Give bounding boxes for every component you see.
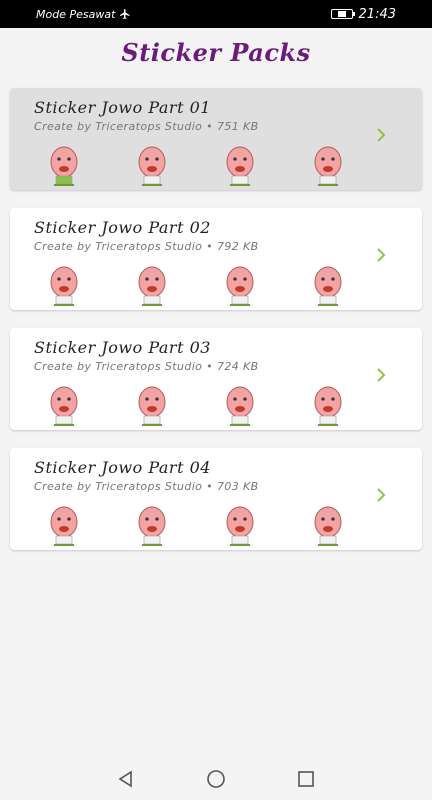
pack-card[interactable]: Sticker Jowo Part 04 Create by Tricerato… — [10, 448, 422, 550]
pack-card[interactable]: Sticker Jowo Part 03 Create by Tricerato… — [10, 328, 422, 430]
status-right: 21:43 — [330, 6, 396, 22]
page-title: Sticker Packs — [121, 38, 311, 67]
back-triangle-icon — [118, 770, 132, 787]
pack-name: Sticker Jowo Part 04 — [34, 458, 211, 477]
sticker-thumbnail — [50, 266, 78, 306]
recents-button[interactable] — [296, 769, 316, 789]
system-nav-bar — [0, 757, 432, 800]
pack-card[interactable]: Sticker Jowo Part 02 Create by Tricerato… — [10, 208, 422, 310]
status-bar: Mode Pesawat 21:43 — [0, 0, 432, 28]
chevron-right-icon[interactable] — [374, 488, 388, 502]
sticker-thumbnail — [138, 386, 166, 426]
chevron-right-icon[interactable] — [374, 128, 388, 142]
sticker-preview-row — [28, 260, 358, 306]
status-left: Mode Pesawat — [36, 8, 131, 21]
pack-meta: Create by Triceratops Studio • 724 KB — [34, 360, 259, 373]
sticker-thumbnail — [314, 506, 342, 546]
chevron-right-icon[interactable] — [374, 248, 388, 262]
pack-meta: Create by Triceratops Studio • 792 KB — [34, 240, 259, 253]
sticker-thumbnail — [226, 266, 254, 306]
pack-name: Sticker Jowo Part 02 — [34, 218, 211, 237]
sticker-thumbnail — [226, 386, 254, 426]
battery-icon — [330, 9, 355, 19]
back-button[interactable] — [116, 769, 136, 789]
chevron-right-icon[interactable] — [374, 368, 388, 382]
sticker-thumbnail — [226, 146, 254, 186]
pack-card[interactable]: Sticker Jowo Part 01 Create by Tricerato… — [10, 88, 422, 190]
airplane-mode-label: Mode Pesawat — [36, 7, 116, 21]
sticker-thumbnail — [314, 386, 342, 426]
pack-name: Sticker Jowo Part 03 — [34, 338, 211, 357]
airplane-icon — [120, 9, 130, 19]
sticker-preview-row — [28, 140, 358, 186]
home-circle-icon — [207, 769, 225, 788]
sticker-thumbnail — [50, 506, 78, 546]
sticker-thumbnail — [138, 266, 166, 306]
sticker-thumbnail — [138, 506, 166, 546]
recents-square-icon — [298, 770, 314, 787]
pack-meta: Create by Triceratops Studio • 751 KB — [34, 120, 259, 133]
pack-name: Sticker Jowo Part 01 — [34, 98, 211, 117]
sticker-thumbnail — [314, 266, 342, 306]
sticker-preview-row — [28, 380, 358, 426]
sticker-preview-row — [28, 500, 358, 546]
sticker-thumbnail — [226, 506, 254, 546]
sticker-thumbnail — [314, 146, 342, 186]
home-button[interactable] — [206, 769, 226, 789]
sticker-thumbnail — [50, 386, 78, 426]
clock: 21:43 — [358, 6, 396, 22]
sticker-thumbnail — [138, 146, 166, 186]
sticker-thumbnail — [50, 146, 78, 186]
pack-meta: Create by Triceratops Studio • 703 KB — [34, 480, 259, 493]
